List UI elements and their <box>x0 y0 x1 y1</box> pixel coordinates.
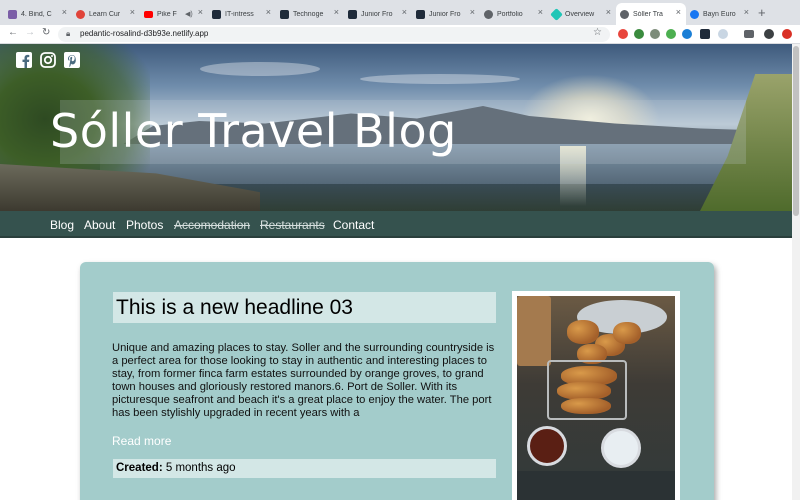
profile-avatar-icon[interactable] <box>764 29 774 39</box>
browser-tab-bar: 4. Bind, C × Learn Cur × Pike F ◀) × IT-… <box>0 0 800 25</box>
hero-banner: Sóller Travel Blog <box>0 44 792 211</box>
post-photo[interactable] <box>512 291 680 500</box>
purple-square-icon <box>8 9 17 19</box>
browser-tab[interactable]: 4. Bind, C × <box>4 3 72 25</box>
close-icon[interactable]: × <box>538 7 543 17</box>
food-photo <box>613 322 641 344</box>
food-photo <box>517 296 551 366</box>
tab-label: Pike F <box>157 10 177 18</box>
blog-post-card: This is a new headline 03 Unique and ama… <box>80 262 714 500</box>
extension-icon[interactable] <box>634 29 644 39</box>
netlify-icon <box>550 7 563 21</box>
dark-logo-icon <box>212 9 221 19</box>
close-icon[interactable]: × <box>402 7 407 17</box>
tab-label: Junior Fro <box>361 10 393 18</box>
url-text: pedantic-rosalind-d3b93e.netlify.app <box>80 29 209 38</box>
bookmark-star-icon[interactable]: ☆ <box>593 27 602 38</box>
web-page: Sóller Travel Blog Blog About Photos Acc… <box>0 44 792 500</box>
pinterest-icon[interactable] <box>64 52 80 68</box>
tab-label: Sóller Tra <box>633 10 663 18</box>
browser-tab[interactable]: Pike F ◀) × <box>140 3 208 25</box>
food-photo <box>567 320 599 344</box>
lock-icon: 🔒︎ <box>66 29 71 38</box>
youtube-icon <box>144 10 153 18</box>
read-more-link[interactable]: Read more <box>112 434 171 448</box>
browser-tab[interactable]: Bayn Euro × <box>686 3 754 25</box>
speaker-icon[interactable]: ◀) <box>185 10 193 18</box>
browser-tab[interactable]: IT-intress × <box>208 3 276 25</box>
nav-link-restaurants[interactable]: Restaurants <box>260 218 325 232</box>
food-photo <box>561 398 611 414</box>
close-icon[interactable]: × <box>470 7 475 17</box>
page-scrollbar[interactable] <box>792 44 800 500</box>
main-navigation: Blog About Photos Accomodation Restauran… <box>0 211 792 238</box>
close-icon[interactable]: × <box>130 7 135 17</box>
close-icon[interactable]: × <box>334 7 339 17</box>
food-photo <box>517 296 675 500</box>
browser-tab-active[interactable]: Sóller Tra × <box>616 3 686 25</box>
tab-label: 4. Bind, C <box>21 10 52 18</box>
close-icon[interactable]: × <box>62 7 67 17</box>
browser-toolbar: ← → ↻ 🔒︎ pedantic-rosalind-d3b93e.netlif… <box>0 25 800 44</box>
food-photo <box>517 471 675 500</box>
food-photo <box>527 426 567 466</box>
post-headline: This is a new headline 03 <box>113 292 496 323</box>
extension-icon[interactable] <box>700 29 710 39</box>
nav-link-photos[interactable]: Photos <box>126 218 163 232</box>
browser-tab[interactable]: Portfolio × <box>480 3 548 25</box>
tab-label: IT-intress <box>225 10 254 18</box>
extension-icon[interactable] <box>650 29 660 39</box>
hero-image <box>360 74 520 84</box>
facebook-icon <box>690 9 699 19</box>
created-value: 5 months ago <box>165 462 236 474</box>
browser-tab[interactable]: Overview × <box>548 3 616 25</box>
post-meta: Created: 5 months ago <box>113 459 496 478</box>
tab-label: Portfolio <box>497 10 523 18</box>
back-icon[interactable]: ← <box>8 27 18 38</box>
address-bar[interactable]: 🔒︎ pedantic-rosalind-d3b93e.netlify.app … <box>58 27 610 42</box>
tab-label: Overview <box>565 10 595 18</box>
menu-icon[interactable] <box>782 29 792 39</box>
dark-logo-icon <box>348 9 357 19</box>
reload-icon[interactable]: ↻ <box>42 27 50 38</box>
scrollbar-thumb[interactable] <box>793 46 799 216</box>
food-photo <box>601 428 641 468</box>
created-label: Created: <box>116 462 163 474</box>
post-headline-text: This is a new headline 03 <box>116 296 353 319</box>
facebook-icon[interactable] <box>16 52 32 68</box>
extension-icon[interactable] <box>682 29 692 39</box>
nav-link-blog[interactable]: Blog <box>50 218 74 232</box>
nav-link-accomodation[interactable]: Accomodation <box>174 218 250 232</box>
browser-tab[interactable]: Learn Cur × <box>72 3 140 25</box>
extension-icon[interactable] <box>618 29 628 39</box>
globe-icon <box>620 9 629 19</box>
dark-logo-icon <box>280 9 289 19</box>
tab-label: Technoge <box>293 10 324 18</box>
extension-icon[interactable] <box>666 29 676 39</box>
globe-icon <box>484 9 493 19</box>
reading-list-icon[interactable] <box>744 30 754 38</box>
hero-image <box>200 62 320 76</box>
new-tab-icon[interactable]: + <box>758 5 766 20</box>
tab-label: Junior Fro <box>429 10 461 18</box>
red-logo-icon <box>76 9 85 19</box>
browser-tab[interactable]: Junior Fro × <box>412 3 480 25</box>
site-title: Sóller Travel Blog <box>50 104 457 158</box>
close-icon[interactable]: × <box>744 7 749 17</box>
nav-link-contact[interactable]: Contact <box>333 218 374 232</box>
nav-link-about[interactable]: About <box>84 218 115 232</box>
close-icon[interactable]: × <box>606 7 611 17</box>
close-icon[interactable]: × <box>198 7 203 17</box>
browser-tab[interactable]: Technoge × <box>276 3 344 25</box>
close-icon[interactable]: × <box>266 7 271 17</box>
tab-label: Bayn Euro <box>703 10 736 18</box>
extension-icon[interactable] <box>718 29 728 39</box>
instagram-icon[interactable] <box>40 52 56 68</box>
browser-tab[interactable]: Junior Fro × <box>344 3 412 25</box>
close-icon[interactable]: × <box>676 7 681 17</box>
forward-icon[interactable]: → <box>25 27 35 38</box>
tab-label: Learn Cur <box>89 10 121 18</box>
dark-logo-icon <box>416 9 425 19</box>
post-excerpt: Unique and amazing places to stay. Solle… <box>112 342 495 419</box>
